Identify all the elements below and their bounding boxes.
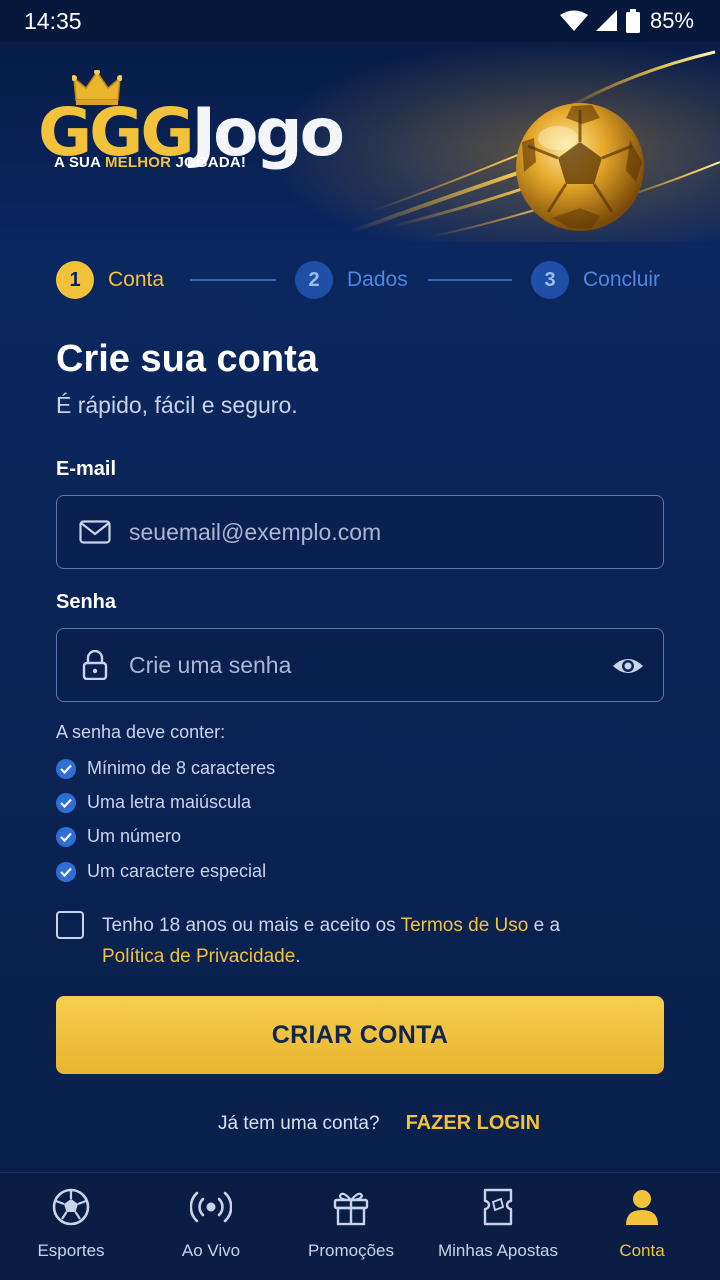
tagline-end: JOGADA! [171,154,247,171]
privacy-policy-link[interactable]: Política de Privacidade [102,946,295,967]
terms-text-end: . [295,946,301,967]
create-account-button[interactable]: CRIAR CONTA [56,996,664,1074]
page-title: Crie sua conta [56,338,318,380]
status-icons: 85% [559,8,694,34]
email-label: E-mail [56,458,117,480]
check-circle-icon [56,861,76,882]
rule-text: Um número [87,826,182,846]
nav-item-ao-vivo[interactable]: Ao Vivo [151,1173,271,1280]
signup-screen: 14:35 85% GGGJogo A SUA MELHOR JOGADA! 1… [0,0,720,1280]
mail-icon [77,514,113,550]
password-rules-title: A senha deve conter: [56,722,226,742]
nav-label: Esportes [37,1241,105,1260]
soccer-ball-icon [52,1187,90,1227]
battery-percent: 85% [649,8,694,33]
gift-icon [332,1187,370,1227]
hero-banner: GGGJogo A SUA MELHOR JOGADA! [0,42,720,242]
terms-text: Tenho 18 anos ou mais e aceito os Termos… [102,910,622,972]
email-placeholder: seuemail@exemplo.com [129,518,382,545]
password-rule: Mínimo de 8 caracteres [56,758,275,779]
password-rule: Um número [56,826,181,847]
step-connector [428,279,512,281]
password-rule: Um caractere especial [56,861,266,882]
login-question: Já tem uma conta? [217,1112,380,1134]
step-label: Dados [347,268,408,291]
terms-checkbox[interactable] [56,911,84,939]
user-icon [624,1187,660,1227]
soccer-ball-illustration [330,42,720,242]
step-label: Concluir [583,268,661,291]
nav-item-conta[interactable]: Conta [582,1173,702,1280]
login-link[interactable]: FAZER LOGIN [406,1112,540,1135]
nav-item-esportes[interactable]: Esportes [11,1173,131,1280]
nav-label: Conta [619,1241,665,1260]
bet-ticket-icon [481,1187,515,1227]
check-circle-icon [56,826,76,847]
status-bar: 14:35 85% [0,0,720,42]
step-conta: 1 Conta [56,260,164,300]
wifi-icon [559,10,588,32]
password-field[interactable]: Crie uma senha [56,628,664,702]
nav-label: Promoções [308,1241,394,1260]
step-label: Conta [108,268,165,291]
battery-icon [625,9,640,33]
login-prompt: Já tem uma conta? FAZER LOGIN [0,1112,720,1135]
nav-item-promocoes[interactable]: Promoções [291,1173,411,1280]
check-circle-icon [56,758,76,779]
status-time: 14:35 [24,7,82,34]
step-number: 1 [56,261,94,299]
password-rule: Uma letra maiúscula [56,792,251,813]
signup-stepper: 1 Conta 2 Dados 3 Concluir [56,260,666,300]
nav-label: Ao Vivo [181,1241,241,1260]
terms-of-use-link[interactable]: Termos de Uso [401,915,529,936]
step-number: 3 [531,261,569,299]
terms-text-middle: e a [528,915,561,936]
nav-item-minhas-apostas[interactable]: Minhas Apostas [423,1173,573,1280]
nav-label: Minhas Apostas [437,1241,558,1260]
password-label: Senha [56,591,117,613]
rule-text: Um caractere especial [87,861,267,881]
password-placeholder: Crie uma senha [129,651,292,678]
step-connector [190,279,276,281]
eye-icon[interactable] [611,649,645,688]
check-circle-icon [56,792,76,813]
brand-tagline: A SUA MELHOR JOGADA! [54,154,246,171]
step-concluir: 3 Concluir [531,260,660,300]
rule-text: Uma letra maiúscula [87,792,252,812]
terms-text-start: Tenho 18 anos ou mais e aceito os [102,915,401,936]
tagline-highlight: MELHOR [104,154,172,171]
live-broadcast-icon [190,1187,232,1227]
step-number: 2 [295,261,333,299]
bottom-nav: Esportes Ao Vivo Promoções Minhas Aposta… [0,1172,720,1280]
tagline-start: A SUA [54,154,105,171]
page-subtitle: É rápido, fácil e seguro. [56,392,298,418]
cell-signal-icon [595,10,618,32]
step-dados: 2 Dados [295,260,408,300]
rule-text: Mínimo de 8 caracteres [87,758,276,778]
brand-logo: GGGJogo [38,69,358,210]
lock-icon [77,647,113,683]
email-field[interactable]: seuemail@exemplo.com [56,495,664,569]
